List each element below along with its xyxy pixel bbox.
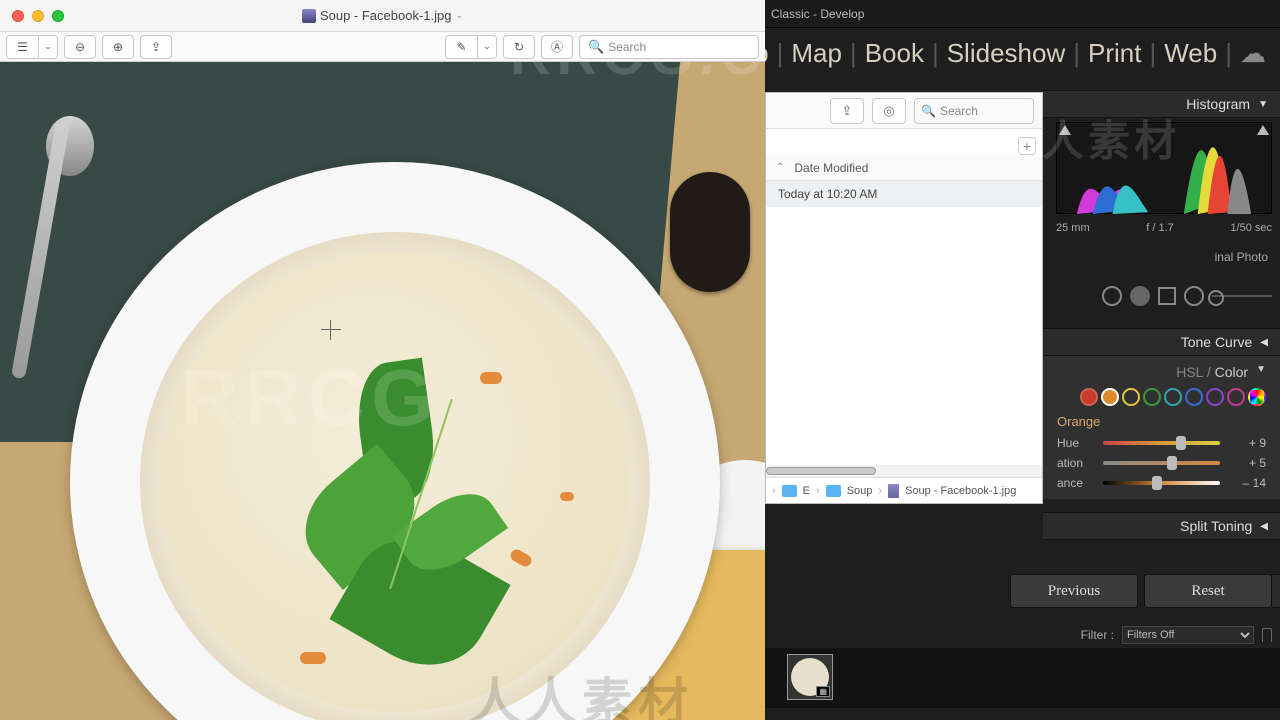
histogram-caption: 25 mm f / 1.7 1/50 sec: [1056, 222, 1272, 234]
split-toning-panel-header[interactable]: Split Toning◀: [1043, 512, 1280, 540]
hsl-green-swatch[interactable]: [1143, 388, 1161, 406]
nav-print[interactable]: Print: [1084, 38, 1145, 69]
finder-window: ⇪ ◎ 🔍Search + ⌃Date Modified Today at 10…: [765, 92, 1043, 504]
hsl-color-panel: HSL / Color▼ Orange Hue + 9 ation + 5 an…: [1043, 356, 1280, 499]
finder-search-input[interactable]: 🔍Search: [914, 98, 1034, 124]
luminance-slider[interactable]: [1103, 481, 1220, 485]
folder-icon[interactable]: [782, 485, 797, 497]
disclosure-triangle-icon: ◀: [1260, 521, 1268, 532]
breadcrumb-file[interactable]: Soup - Facebook-1.jpg: [905, 485, 1016, 497]
lightroom-titlebar: Classic - Develop: [765, 0, 1280, 28]
filter-label: Filter :: [1081, 628, 1114, 642]
wb-tool-icon[interactable]: [1102, 286, 1122, 306]
histogram-panel-header[interactable]: Histogram▼: [1043, 90, 1280, 118]
original-photo-label: inal Photo: [1215, 250, 1268, 264]
preview-toolbar: ☰⌄ ⊖ ⊕ ⇪ ✎⌄ ↻ Ⓐ 🔍Search: [0, 32, 765, 62]
saturation-label: ation: [1057, 456, 1097, 470]
adjust-slider[interactable]: [1212, 295, 1272, 297]
saturation-slider[interactable]: [1103, 461, 1220, 465]
filmstrip-thumbnail[interactable]: ▦: [787, 654, 833, 700]
hsl-all-swatch[interactable]: [1248, 388, 1266, 406]
sidebar-dropdown-icon[interactable]: ⌄: [39, 36, 57, 58]
crop-tool-icon[interactable]: [1130, 286, 1150, 306]
markup-button[interactable]: Ⓐ: [541, 35, 573, 59]
highlight-dropdown-icon[interactable]: ⌄: [478, 36, 496, 58]
preview-search-input[interactable]: 🔍Search: [579, 35, 759, 59]
filmstrip[interactable]: ▦: [765, 648, 1280, 708]
rotate-button[interactable]: ↻: [503, 35, 535, 59]
frame-tool-icon[interactable]: [1158, 287, 1176, 305]
reset-button[interactable]: Reset: [1144, 574, 1272, 608]
highlight-tool-icon[interactable]: ✎: [446, 36, 478, 58]
hue-label: Hue: [1057, 436, 1097, 450]
hsl-red-swatch[interactable]: [1080, 388, 1098, 406]
basic-tool-strip: [1056, 282, 1272, 310]
sort-indicator-icon: ⌃: [776, 162, 784, 173]
disclosure-triangle-icon: ▼: [1258, 99, 1268, 110]
radial-tool-icon[interactable]: [1184, 286, 1204, 306]
hsl-aqua-swatch[interactable]: [1164, 388, 1182, 406]
hsl-purple-swatch[interactable]: [1206, 388, 1224, 406]
photo-viewport[interactable]: RRCG.CN RRCG 人人素材: [0, 62, 765, 720]
histogram-display: [1056, 122, 1272, 214]
crosshair-cursor-icon: [325, 324, 337, 336]
preview-title: Soup - Facebook-1.jpg: [320, 8, 452, 23]
tags-button[interactable]: ◎: [872, 98, 906, 124]
luminance-label: ance: [1057, 476, 1097, 490]
hsl-panel-header[interactable]: HSL / Color▼: [1057, 364, 1266, 380]
finder-path-bar: › E › Soup › Soup - Facebook-1.jpg: [766, 477, 1042, 503]
luminance-value[interactable]: – 14: [1226, 476, 1266, 490]
search-icon: 🔍: [921, 104, 936, 118]
finder-list-area[interactable]: [766, 207, 1042, 465]
hsl-orange-swatch[interactable]: [1101, 388, 1119, 406]
title-dropdown-icon[interactable]: ⌄: [455, 10, 463, 21]
folder-icon[interactable]: [826, 485, 841, 497]
hsl-blue-swatch[interactable]: [1185, 388, 1203, 406]
share-button[interactable]: ⇪: [140, 35, 172, 59]
nav-book[interactable]: Book: [861, 38, 928, 69]
preview-titlebar: Soup - Facebook-1.jpg ⌄: [0, 0, 765, 32]
lock-icon[interactable]: [1262, 628, 1272, 642]
filter-dropdown[interactable]: Filters Off: [1122, 626, 1254, 644]
tonecurve-panel-header[interactable]: Tone Curve◀: [1043, 328, 1280, 356]
nav-web[interactable]: Web: [1160, 38, 1221, 69]
hue-slider[interactable]: [1103, 441, 1220, 445]
thumbnail-badge-icon: ▦: [816, 686, 830, 697]
lightroom-module-nav: p| Map| Book| Slideshow| Print| Web| ☁: [750, 38, 1270, 69]
finder-row-date[interactable]: Today at 10:20 AM: [766, 181, 1042, 207]
share-button[interactable]: ⇪: [830, 98, 864, 124]
jpg-file-icon[interactable]: [888, 484, 899, 498]
hue-value[interactable]: + 9: [1226, 436, 1266, 450]
jpg-file-icon: [302, 9, 316, 23]
previous-button[interactable]: Previous: [1010, 574, 1138, 608]
nav-cloud-icon[interactable]: ☁: [1236, 38, 1270, 69]
nav-map[interactable]: Map: [787, 38, 846, 69]
finder-column-header[interactable]: ⌃Date Modified: [766, 155, 1042, 181]
nav-slideshow[interactable]: Slideshow: [943, 38, 1070, 69]
breadcrumb-segment[interactable]: Soup: [847, 485, 873, 497]
zoom-out-button[interactable]: ⊖: [64, 35, 96, 59]
hsl-selected-color-label: Orange: [1057, 414, 1266, 429]
saturation-value[interactable]: + 5: [1226, 456, 1266, 470]
finder-horizontal-scrollbar[interactable]: [766, 465, 1042, 477]
breadcrumb-segment[interactable]: E: [803, 485, 810, 497]
hsl-yellow-swatch[interactable]: [1122, 388, 1140, 406]
disclosure-triangle-icon: ▼: [1256, 364, 1266, 380]
sidebar-toggle-icon[interactable]: ☰: [7, 36, 39, 58]
new-tab-button[interactable]: +: [1018, 137, 1036, 155]
disclosure-triangle-icon: ◀: [1260, 337, 1268, 348]
zoom-in-button[interactable]: ⊕: [102, 35, 134, 59]
search-icon: 🔍: [588, 39, 604, 55]
hsl-magenta-swatch[interactable]: [1227, 388, 1245, 406]
